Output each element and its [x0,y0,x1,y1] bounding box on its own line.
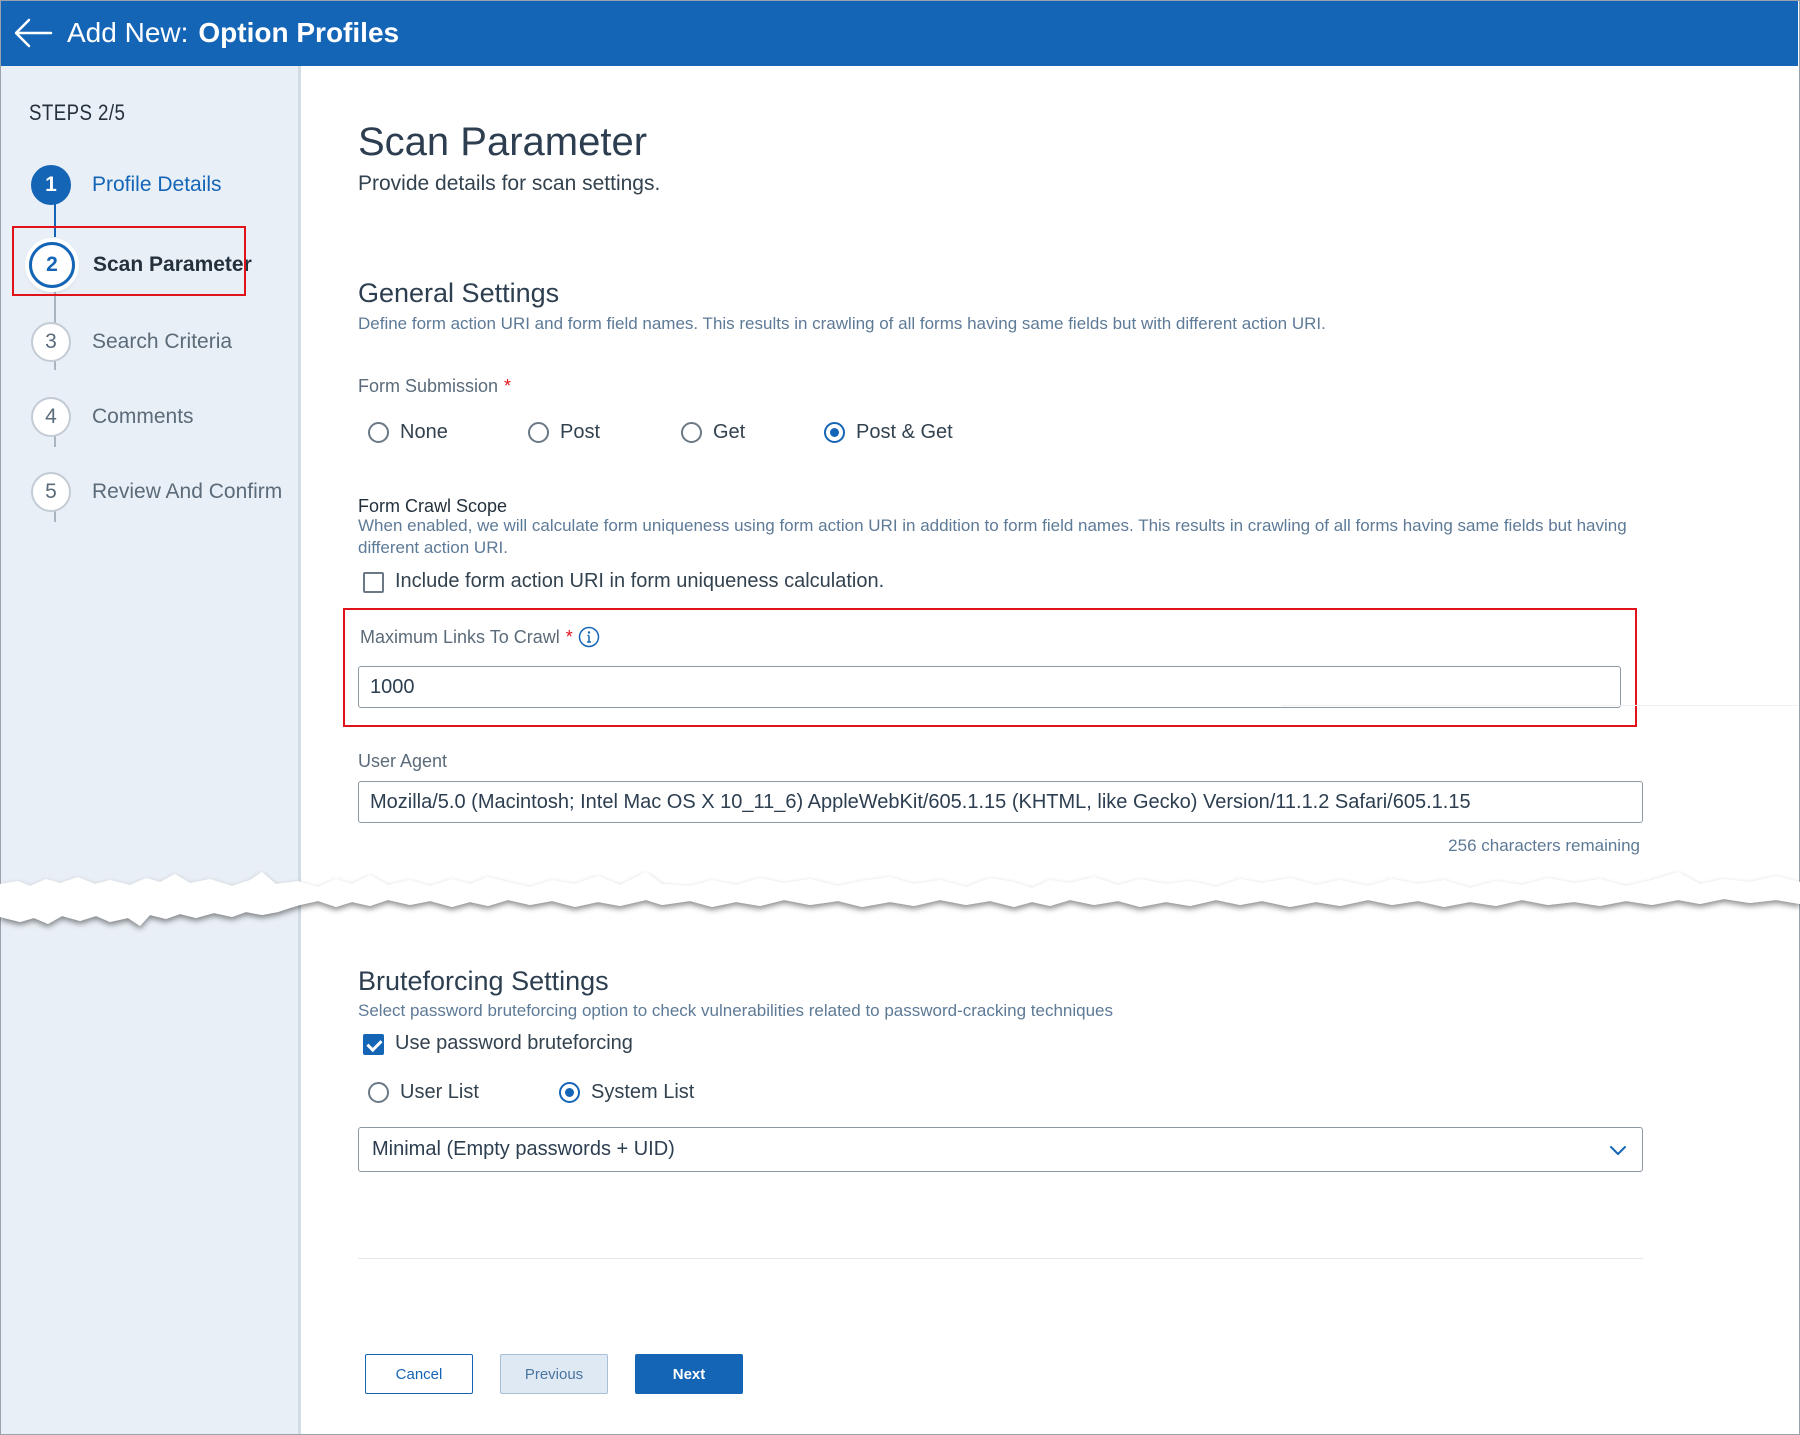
step-label: Review And Confirm [92,480,283,503]
radio-label: Post & Get [856,421,953,443]
max-links-label: Maximum Links To Crawl * [360,627,573,648]
radio-button-selected[interactable] [824,422,845,443]
radio-button[interactable] [681,422,702,443]
radio-user-list[interactable]: User List [368,1081,479,1104]
step-number: 4 [31,397,71,437]
info-icon[interactable] [578,626,600,648]
next-button[interactable]: Next [635,1354,743,1394]
form-crawl-scope-title: Form Crawl Scope [358,496,508,516]
max-links-value: 1000 [370,675,415,698]
radio-button-selected[interactable] [559,1082,580,1103]
general-settings-description: Define form action URI and form field na… [358,314,1326,333]
form-submission-label-text: Form Submission [358,376,499,396]
radio-none[interactable]: None [368,421,448,444]
cancel-button[interactable]: Cancel [365,1354,473,1394]
torn-edge-separator [0,872,1800,926]
general-settings-title: General Settings [358,278,560,308]
user-agent-label: User Agent [358,751,448,771]
password-list-select[interactable]: Minimal (Empty passwords + UID) [358,1127,1643,1172]
background-divider [1282,705,1798,706]
step-comments[interactable]: 4 Comments [31,394,194,440]
user-agent-input[interactable]: Mozilla/5.0 (Macintosh; Intel Mac OS X 1… [358,781,1643,823]
step-number: 1 [31,165,71,205]
radio-label: User List [400,1081,479,1103]
required-marker: * [504,376,512,396]
back-arrow-icon[interactable] [11,13,55,53]
header-prefix: Add New: [67,17,189,48]
radio-get[interactable]: Get [681,421,745,444]
radio-label: Get [713,421,746,443]
select-value: Minimal (Empty passwords + UID) [372,1138,675,1160]
radio-button[interactable] [368,1082,389,1103]
chevron-down-icon [1610,1146,1626,1155]
step-review-confirm[interactable]: 5 Review And Confirm [31,469,282,515]
radio-label: Post [560,421,601,443]
form-crawl-scope-description: When enabled, we will calculate form uni… [358,516,1627,557]
highlight-box-step [12,226,246,296]
radio-label: None [400,421,448,443]
header-title: Add New: Option Profiles [67,16,399,50]
radio-button[interactable] [528,422,549,443]
step-label: Comments [92,405,194,428]
step-label: Search Criteria [92,330,233,353]
radio-post-and-get[interactable]: Post & Get [824,421,953,444]
required-marker: * [565,627,573,647]
max-links-input[interactable]: 1000 [358,666,1621,708]
radio-label: System List [591,1081,695,1103]
max-links-label-text: Maximum Links To Crawl [360,627,560,647]
bruteforcing-description: Select password bruteforcing option to c… [358,1001,1114,1020]
user-agent-value: Mozilla/5.0 (Macintosh; Intel Mac OS X 1… [370,790,1471,813]
bruteforcing-settings-title: Bruteforcing Settings [358,966,609,996]
radio-post[interactable]: Post [528,421,600,444]
form-submission-label: Form Submission * [358,376,511,397]
step-profile-details[interactable]: 1 Profile Details [31,162,222,208]
page-title: Scan Parameter [358,120,648,164]
radio-system-list[interactable]: System List [559,1081,694,1104]
characters-remaining: 256 characters remaining [1448,836,1640,855]
use-bruteforcing-label: Use password bruteforcing [395,1032,633,1054]
include-action-uri-checkbox[interactable] [363,572,384,593]
step-number: 3 [31,322,71,362]
section-divider [358,1258,1643,1259]
step-label: Profile Details [92,173,222,196]
use-bruteforcing-checkbox[interactable] [363,1034,384,1055]
step-search-criteria[interactable]: 3 Search Criteria [31,319,232,365]
header-page-name: Option Profiles [198,17,400,48]
radio-button[interactable] [368,422,389,443]
top-header: Add New: Option Profiles [1,1,1798,66]
include-action-uri-label: Include form action URI in form uniquene… [395,570,885,592]
page-subtitle: Provide details for scan settings. [358,172,661,195]
step-number: 5 [31,472,71,512]
previous-button[interactable]: Previous [500,1354,608,1394]
steps-counter: STEPS 2/5 [29,100,126,125]
